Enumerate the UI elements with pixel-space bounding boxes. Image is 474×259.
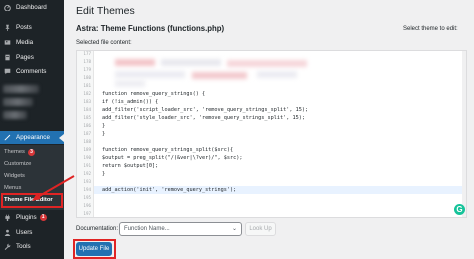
file-title: Astra: Theme Functions (functions.php) [76,24,225,33]
line-number: 182 [83,91,91,96]
submenu-item-customize[interactable]: Customize [4,161,31,167]
sidebar-item-media[interactable]: Media [0,36,64,49]
plugin-icon [4,214,11,221]
blurred-menu-item [3,85,39,93]
sidebar-item-label: Appearance [16,134,50,141]
sidebar-item-users[interactable]: Users [0,226,64,239]
line-number: 189 [83,147,91,152]
update-file-button[interactable]: Update File [76,242,112,256]
line-number: 184 [83,107,91,112]
dashboard-icon [4,4,11,11]
sidebar-item-label: Pages [16,54,34,61]
sidebar-item-label: Users [16,229,33,236]
update-count-badge: 3 [27,149,35,156]
sidebar-item-appearance[interactable]: Appearance [0,131,64,144]
chevron-down-icon: ⌄ [231,226,237,232]
line-number: 191 [83,163,91,168]
select-theme-label: Select theme to edit: [403,26,458,32]
submenu-item-themes[interactable]: Themes 3 [4,149,35,156]
line-number: 197 [83,211,91,216]
code-line: function remove_query_strings_split($src… [102,147,234,153]
documentation-label: Documentation: [76,226,119,232]
user-icon [4,229,11,236]
code-line: } [102,171,106,177]
plugin-count-badge: 1 [39,214,47,221]
sidebar-item-label: Posts [16,24,32,31]
sidebar-item-label: Plugins [16,214,37,221]
line-number: 180 [83,75,91,80]
blurred-code [115,71,185,78]
blurred-code [227,60,307,67]
submenu-item-widgets[interactable]: Widgets [4,173,25,179]
blurred-code [257,71,297,78]
page-title: Edit Themes [76,5,135,17]
sidebar-item-posts[interactable]: Posts [0,21,64,34]
line-number: 179 [83,67,91,72]
pin-icon [4,24,11,31]
submenu-item-label: Themes [4,149,25,155]
code-line: add_filter('script_loader_src', 'remove_… [102,107,309,113]
code-line: return $output[0]; [102,163,159,169]
sidebar-item-pages[interactable]: Pages [0,51,64,64]
line-number: 188 [83,139,91,144]
sidebar-item-label: Dashboard [16,4,47,11]
code-line: add_action('init', 'remove_query_strings… [102,187,237,193]
sidebar-item-dashboard[interactable]: Dashboard [0,1,64,14]
blurred-code [192,72,247,79]
line-number: 185 [83,115,91,120]
line-number: 196 [83,203,91,208]
comment-icon [4,68,11,75]
brush-icon [4,134,11,141]
blurred-menu-item [3,111,27,119]
grammarly-icon[interactable]: G [454,204,465,215]
wp-admin-screen: Dashboard Posts Media Pages Comments App… [0,0,474,259]
line-number: 183 [83,99,91,104]
code-line: $output = preg_split("/(&ver|\?ver)/", $… [102,155,243,161]
sidebar-item-label: Comments [16,68,47,75]
line-number: 177 [83,51,91,56]
line-number: 187 [83,131,91,136]
main-content: Edit Themes Astra: Theme Functions (func… [64,0,474,259]
line-number: 192 [83,171,91,176]
admin-sidebar: Dashboard Posts Media Pages Comments App… [0,0,64,259]
line-number-gutter: 177 178 179 180 181 182 183 184 185 186 187 188 189 1… [77,51,94,217]
line-number: 193 [83,179,91,184]
wrench-icon [4,243,11,250]
line-number: 186 [83,123,91,128]
selected-file-label: Selected file content: [76,40,132,46]
submenu-item-menus[interactable]: Menus [4,185,21,191]
blurred-menu-item [3,98,33,106]
sidebar-item-label: Tools [16,243,31,250]
sidebar-item-plugins[interactable]: Plugins 1 [0,211,64,224]
code-line: } [102,131,106,137]
page-icon [4,54,11,61]
sidebar-item-label: Media [16,39,34,46]
line-number: 195 [83,195,91,200]
blurred-code [115,80,145,87]
function-name-select[interactable]: Function Name... ⌄ [119,222,242,236]
media-icon [4,39,11,46]
blurred-code [161,59,221,66]
sidebar-item-tools[interactable]: Tools [0,240,64,253]
sidebar-item-comments[interactable]: Comments [0,65,64,78]
line-number: 194 [83,187,91,192]
look-up-button[interactable]: Look Up [245,222,276,236]
blurred-code [115,59,155,66]
code-editor[interactable]: 177 178 179 180 181 182 183 184 185 186 187 188 189 1… [76,50,467,218]
line-number: 190 [83,155,91,160]
line-number: 181 [83,83,91,88]
code-line: } [102,123,106,129]
code-line: function remove_query_strings() { [102,91,206,97]
function-select-value: Function Name... [124,226,170,232]
code-line: if (!is_admin()) { [102,99,159,105]
line-number: 178 [83,59,91,64]
editor-scrollbar[interactable] [462,51,466,217]
code-line: add_filter('style_loader_src', 'remove_q… [102,115,306,121]
